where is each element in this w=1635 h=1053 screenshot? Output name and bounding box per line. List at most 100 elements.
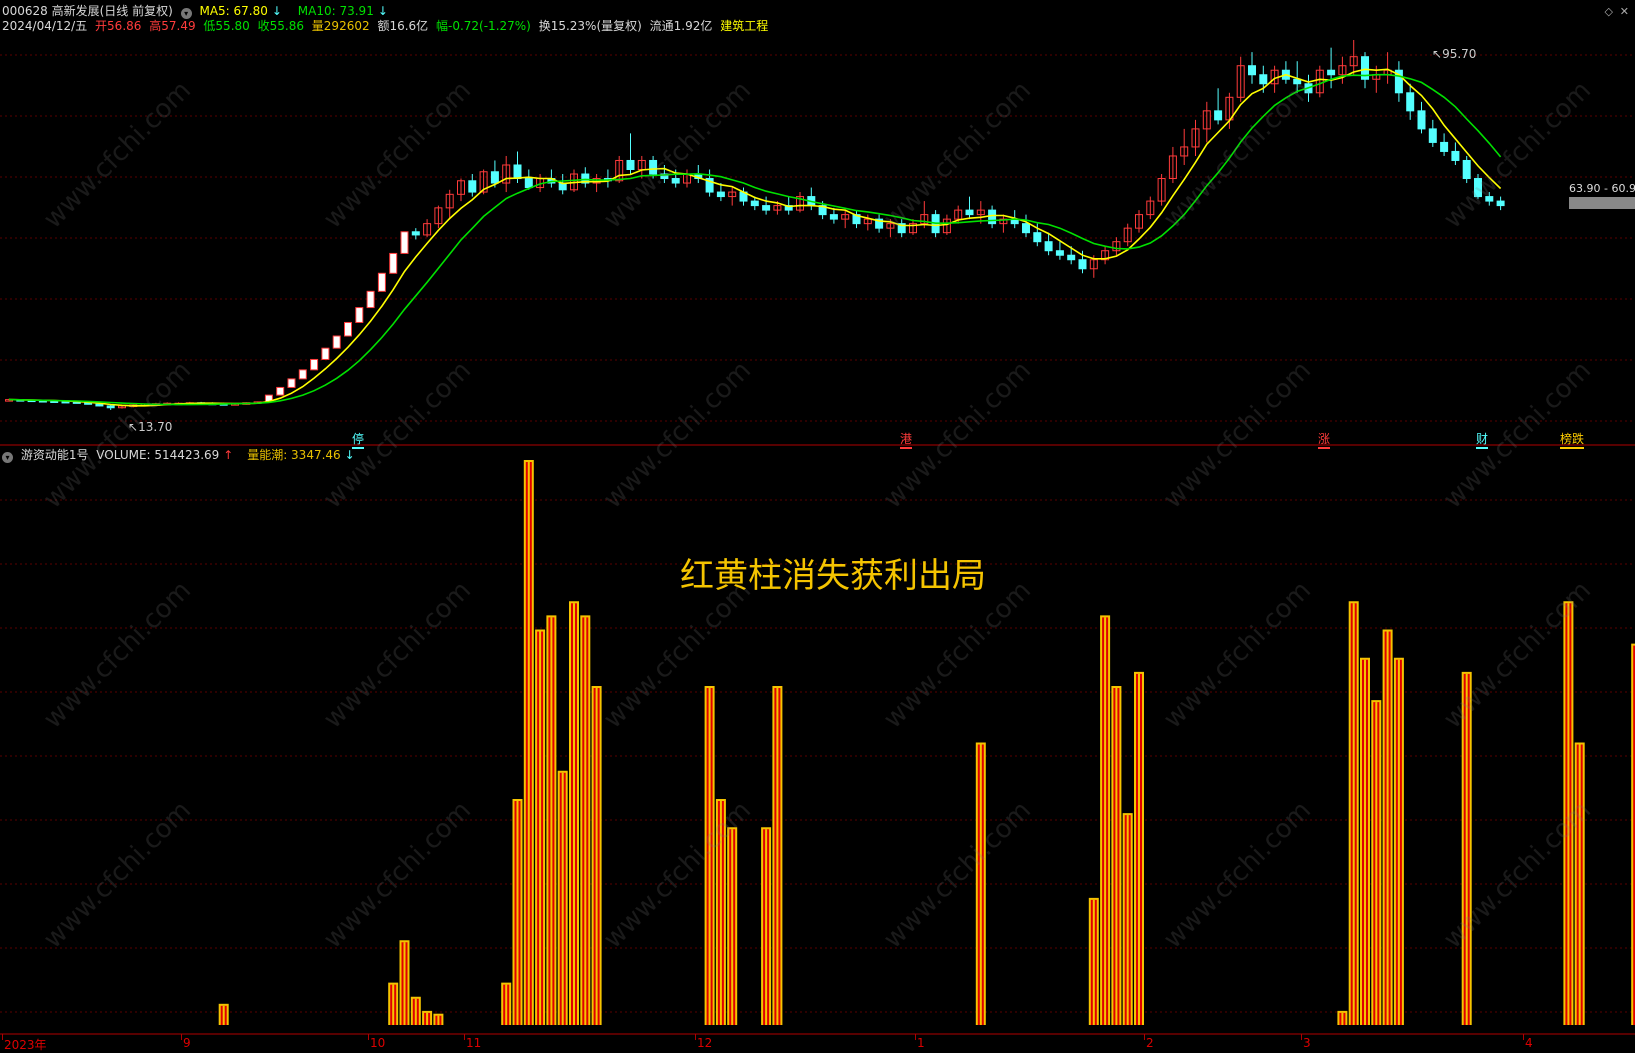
energy-label: 量能潮: 3347.46 [247, 448, 341, 462]
volume-bar-core [1138, 673, 1140, 1025]
candle-body [1451, 150, 1460, 161]
x-tick-label: 12 [697, 1036, 713, 1050]
x-tick [2, 1034, 3, 1040]
candle-body [377, 272, 386, 292]
ma10-label: MA10: 73.91 [297, 4, 374, 18]
volume-bar-core [414, 998, 417, 1025]
change-label: 幅-0.72(-1.27%) [436, 19, 531, 33]
candle-body [716, 191, 725, 198]
event-tag[interactable]: 停 [352, 430, 365, 449]
candle-body [649, 159, 658, 175]
candle-body [276, 386, 285, 396]
volume-bar-core [1364, 659, 1366, 1025]
volume-bar-core [392, 984, 395, 1025]
float-label: 流通1.92亿 [649, 19, 713, 33]
candle-body [762, 205, 771, 211]
event-tag[interactable]: 财 [1476, 430, 1489, 449]
candle-body [321, 347, 330, 360]
candle-body [1044, 241, 1053, 252]
candle-body [400, 231, 409, 254]
candle-body [988, 209, 997, 225]
volume-bar-core [561, 772, 564, 1025]
volume-bar-core [765, 829, 768, 1025]
candle-body [1248, 65, 1256, 76]
volume-bar-core [719, 801, 722, 1025]
low-price-marker: ↖13.70 [128, 420, 173, 434]
indicator-name[interactable]: 游资动能1号 [21, 448, 89, 462]
volume-bar-core [1578, 744, 1581, 1025]
volume-bar-core [1352, 603, 1355, 1025]
event-tag[interactable]: 榜跌 [1560, 430, 1585, 449]
candle-body [1485, 196, 1494, 202]
range-tag: 63.90 - 60.9 [1569, 183, 1635, 195]
candle-body [490, 171, 499, 184]
volume-bar-core [1386, 631, 1389, 1025]
indicator-dropdown-icon[interactable]: ▾ [2, 452, 13, 463]
maximize-icon[interactable]: ◇ [1605, 5, 1613, 18]
volume-bar-core [1567, 603, 1570, 1025]
volume-bar-core [1115, 688, 1118, 1025]
settings-dropdown-icon[interactable]: ▾ [180, 8, 192, 19]
x-tick [464, 1034, 465, 1040]
candle-body [355, 307, 364, 323]
header-line-2: 2024/04/12/五 开56.86 高57.49 低55.80 收55.86… [2, 19, 772, 33]
event-tag[interactable]: 涨 [1318, 430, 1331, 449]
candle-body [1496, 200, 1505, 207]
x-tick-label: 2 [1146, 1036, 1154, 1050]
candle-body [1406, 92, 1415, 112]
volume-bar-core [573, 603, 575, 1025]
candle-body [287, 378, 296, 388]
volume-label: 量292602 [311, 19, 370, 33]
indicator-header: ▾ 游资动能1号 VOLUME: 514423.69 ↑ 量能潮: 3347.46… [2, 448, 359, 463]
x-tick-label: 11 [466, 1036, 482, 1050]
x-tick [181, 1034, 182, 1040]
close-panel-icon[interactable]: ✕ [1620, 5, 1629, 18]
candle-body [332, 335, 341, 349]
candle-body [1033, 232, 1042, 243]
candle-body [671, 178, 680, 184]
candle-body [1462, 159, 1471, 180]
x-tick-label: 1 [917, 1036, 925, 1050]
candle-body [750, 200, 759, 207]
volume-bar-core [595, 688, 598, 1025]
x-tick-label: 4 [1525, 1036, 1533, 1050]
volume-bar-core [1397, 659, 1400, 1025]
volume-bar-core [1126, 815, 1129, 1025]
volume-bar-core [1104, 617, 1107, 1025]
volume-bar-core [437, 1015, 440, 1025]
candle-body [524, 178, 533, 189]
candle-body [411, 231, 420, 236]
volume-bar-core [426, 1012, 429, 1025]
candle-body [1259, 74, 1268, 85]
candle-body [1067, 254, 1076, 261]
ma5-arrow-icon: ↓ [271, 4, 282, 18]
x-tick-label: 9 [183, 1036, 191, 1050]
volume-bar-core [527, 462, 530, 1025]
candle-body [1022, 223, 1030, 234]
sector-link[interactable]: 建筑工程 [720, 19, 768, 33]
ma5-label: MA5: 67.80 [199, 4, 268, 18]
x-tick [1144, 1034, 1145, 1040]
stock-code-name: 000628 高新发展(日线 前复权) [2, 4, 173, 18]
candle-body [513, 164, 522, 180]
candle-body [468, 180, 477, 193]
ma10-arrow-icon: ↓ [377, 4, 388, 18]
x-tick [695, 1034, 696, 1040]
stock-chart[interactable] [0, 0, 1635, 1051]
volume-bar-core [539, 631, 542, 1025]
x-tick [368, 1034, 369, 1040]
high-price-marker: ↖95.70 [1432, 47, 1477, 61]
event-tag[interactable]: 港 [900, 430, 913, 449]
candle-body [366, 290, 375, 309]
candle-body [965, 209, 974, 216]
candle-body [626, 159, 635, 171]
candle-body [1327, 69, 1336, 76]
candle-body [1417, 110, 1426, 130]
candle-body [298, 369, 307, 380]
x-tick [1301, 1034, 1302, 1040]
header-line-1: 000628 高新发展(日线 前复权) ▾ MA5: 67.80 ↓ MA10: … [2, 4, 392, 19]
x-tick-label: 3 [1303, 1036, 1311, 1050]
candle-body [1078, 259, 1087, 270]
volume-bar-core [731, 829, 734, 1025]
candle-body [1440, 141, 1449, 152]
